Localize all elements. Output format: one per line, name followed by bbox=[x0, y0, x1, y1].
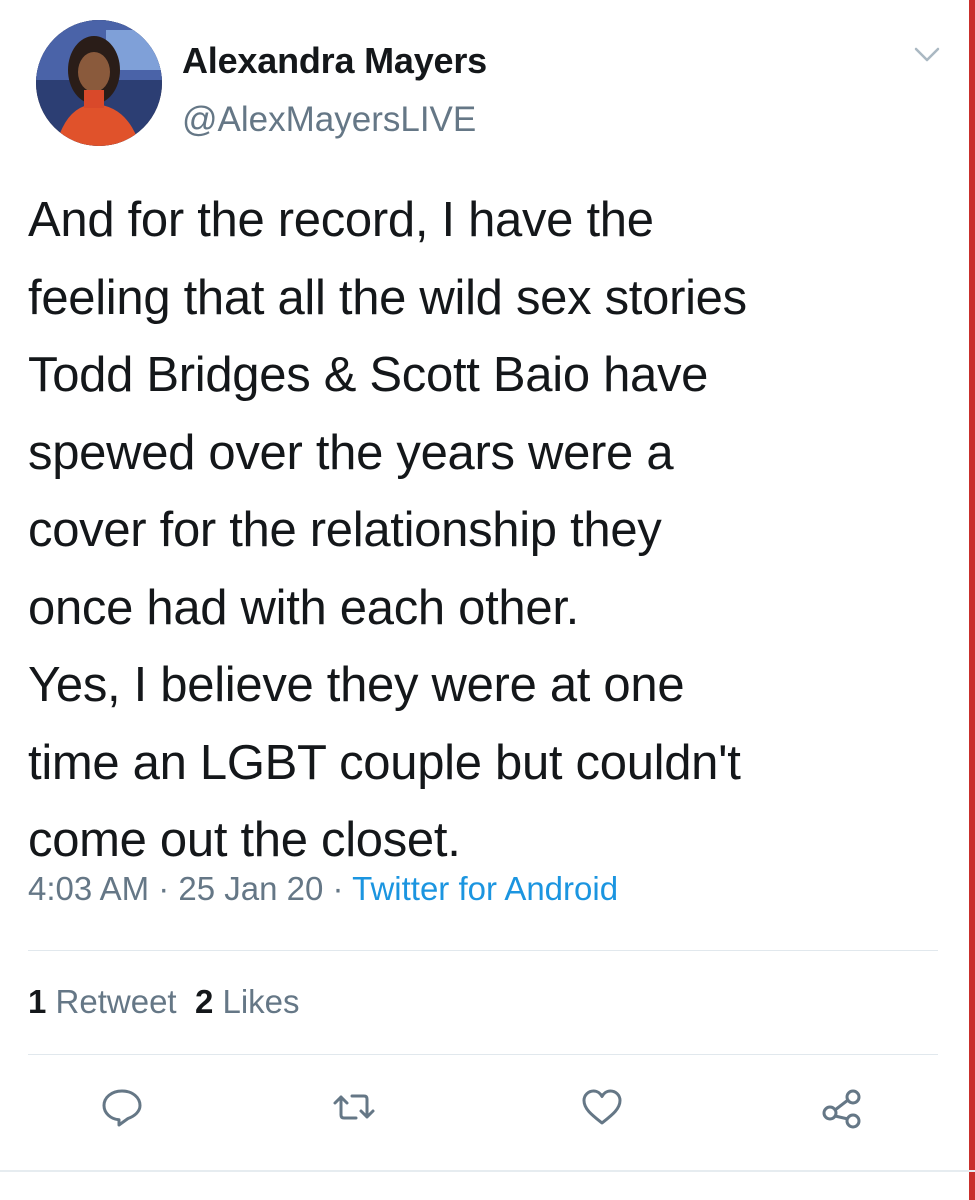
reply-icon bbox=[102, 1089, 142, 1127]
tweet-source-link[interactable]: Twitter for Android bbox=[352, 870, 618, 907]
like-count: 2 bbox=[194, 983, 214, 1020]
author-handle[interactable]: @AlexMayersLIVE bbox=[182, 100, 476, 140]
retweet-button[interactable] bbox=[332, 1085, 376, 1129]
divider bbox=[0, 1170, 975, 1172]
share-button[interactable] bbox=[820, 1085, 864, 1129]
tweet-time[interactable]: 4:03 AM bbox=[28, 870, 149, 907]
retweet-count: 1 bbox=[28, 983, 47, 1020]
retweet-icon bbox=[333, 1094, 375, 1120]
author-name[interactable]: Alexandra Mayers bbox=[182, 40, 487, 82]
screen-edge bbox=[969, 0, 975, 1200]
share-icon bbox=[822, 1089, 861, 1129]
divider bbox=[28, 1054, 938, 1055]
action-bar bbox=[0, 1085, 975, 1145]
like-icon bbox=[582, 1089, 622, 1125]
separator: · bbox=[323, 870, 353, 907]
tweet-text: And for the record, I have the feeling t… bbox=[28, 193, 747, 867]
like-stat[interactable]: 2 Likes bbox=[195, 983, 300, 1020]
divider bbox=[28, 950, 938, 951]
reply-button[interactable] bbox=[100, 1085, 144, 1129]
avatar[interactable] bbox=[36, 20, 162, 146]
tweet-header: Alexandra Mayers @AlexMayersLIVE bbox=[28, 18, 948, 153]
tweet-metadata: 4:03 AM · 25 Jan 20 · Twitter for Androi… bbox=[28, 870, 618, 908]
retweet-stat[interactable]: 1 Retweet bbox=[28, 983, 177, 1020]
like-button[interactable] bbox=[580, 1085, 624, 1129]
chevron-down-icon[interactable] bbox=[914, 46, 940, 64]
tweet-stats: 1 Retweet 2 Likes bbox=[28, 983, 300, 1021]
separator: · bbox=[149, 870, 179, 907]
retweet-label: Retweet bbox=[55, 983, 177, 1020]
like-label: Likes bbox=[222, 983, 300, 1020]
tweet-date[interactable]: 25 Jan 20 bbox=[178, 870, 323, 907]
